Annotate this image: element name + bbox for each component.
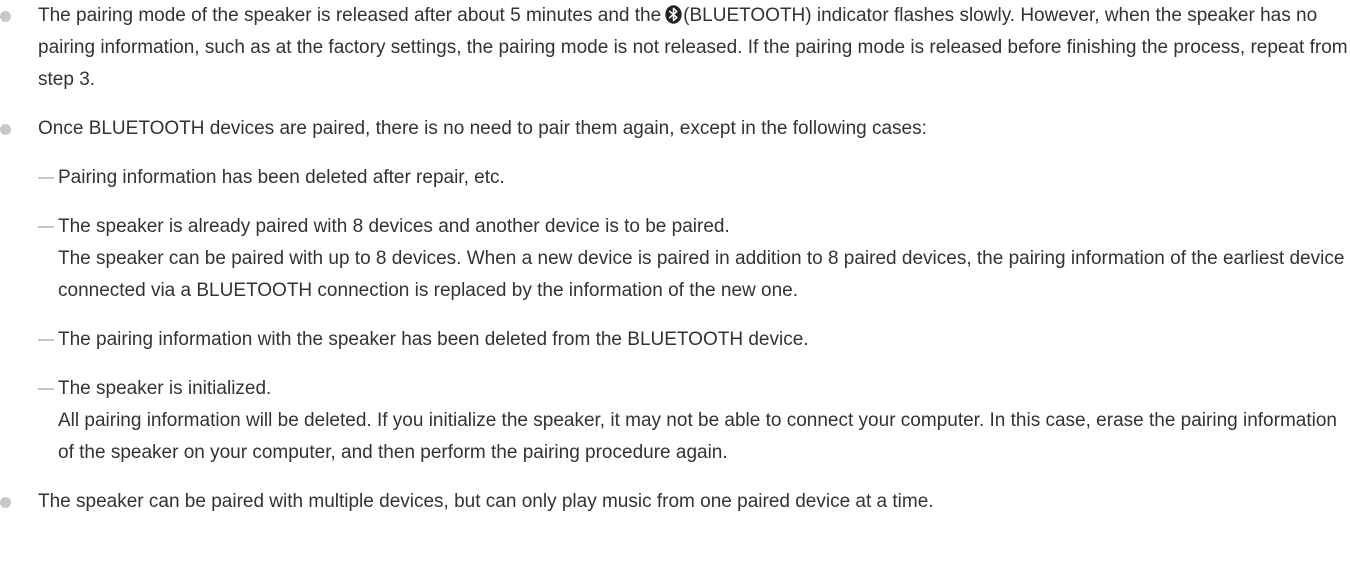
bullet-dot	[0, 11, 11, 22]
case-item: Pairing information has been deleted aft…	[38, 162, 1350, 194]
notes-list: The pairing mode of the speaker is relea…	[0, 0, 1350, 518]
case-text: The speaker is already paired with 8 dev…	[58, 216, 730, 237]
dash-marker	[38, 339, 54, 341]
note-text-part: The pairing mode of the speaker is relea…	[38, 5, 662, 26]
notes-page: The pairing mode of the speaker is relea…	[0, 0, 1350, 580]
bullet-dot	[0, 497, 11, 508]
bluetooth-icon	[665, 5, 682, 24]
dash-marker	[38, 388, 54, 390]
note-text: The speaker can be paired with multiple …	[38, 491, 934, 512]
note-text: Once BLUETOOTH devices are paired, there…	[38, 118, 927, 139]
case-detail: The speaker can be paired with up to 8 d…	[58, 248, 1345, 301]
note-pairing-exceptions: Once BLUETOOTH devices are paired, there…	[0, 113, 1350, 469]
case-item: The pairing information with the speaker…	[38, 324, 1350, 356]
case-text: The speaker is initialized.	[58, 378, 272, 399]
case-detail: All pairing information will be deleted.…	[58, 410, 1337, 463]
note-pairing-mode-release: The pairing mode of the speaker is relea…	[0, 0, 1350, 96]
note-text: The pairing mode of the speaker is relea…	[38, 0, 1350, 96]
bullet-dot	[0, 124, 11, 135]
case-text: Pairing information has been deleted aft…	[58, 167, 505, 188]
note-multiple-devices: The speaker can be paired with multiple …	[0, 486, 1350, 518]
case-item: The speaker is already paired with 8 dev…	[38, 211, 1350, 307]
exception-cases-list: Pairing information has been deleted aft…	[38, 162, 1350, 469]
dash-marker	[38, 226, 54, 228]
dash-marker	[38, 177, 54, 179]
case-text: The pairing information with the speaker…	[58, 329, 809, 350]
case-item: The speaker is initialized. All pairing …	[38, 373, 1350, 469]
